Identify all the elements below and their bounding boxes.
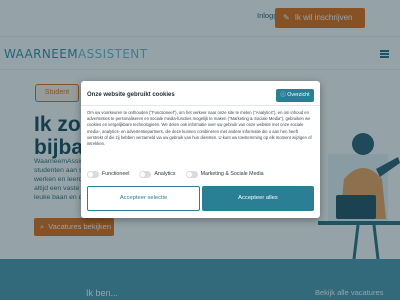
toggle-switch[interactable] <box>185 170 198 178</box>
toggle-label: Analytics <box>154 171 176 177</box>
accept-selection-button[interactable]: Accepteer selectie <box>87 186 200 211</box>
cookie-consent-dialog: Onze website gebruikt cookies ⓘ Overzich… <box>81 81 320 218</box>
toggle-analytics[interactable]: Analytics <box>139 170 176 178</box>
cookie-dialog-body: Om uw voorkeuren te onthouden ("Function… <box>87 110 312 147</box>
toggle-marketing[interactable]: Marketing & Sociale Media <box>185 170 264 178</box>
overzicht-label: Overzicht <box>287 92 310 98</box>
toggle-switch[interactable] <box>87 170 99 178</box>
toggle-switch[interactable] <box>139 170 152 178</box>
toggle-functioneel[interactable]: Functioneel <box>87 170 130 178</box>
info-icon: ⓘ <box>280 92 286 98</box>
cookie-dialog-title: Onze website gebruikt cookies <box>87 92 175 98</box>
dialog-divider <box>81 105 320 106</box>
cookie-toggles: Functioneel Analytics Marketing & Social… <box>87 169 317 179</box>
overzicht-button[interactable]: ⓘ Overzicht <box>276 89 314 102</box>
toggle-label: Marketing & Sociale Media <box>200 171 264 177</box>
toggle-label: Functioneel <box>102 171 130 177</box>
accept-all-button[interactable]: Accepteer alles <box>202 186 314 211</box>
